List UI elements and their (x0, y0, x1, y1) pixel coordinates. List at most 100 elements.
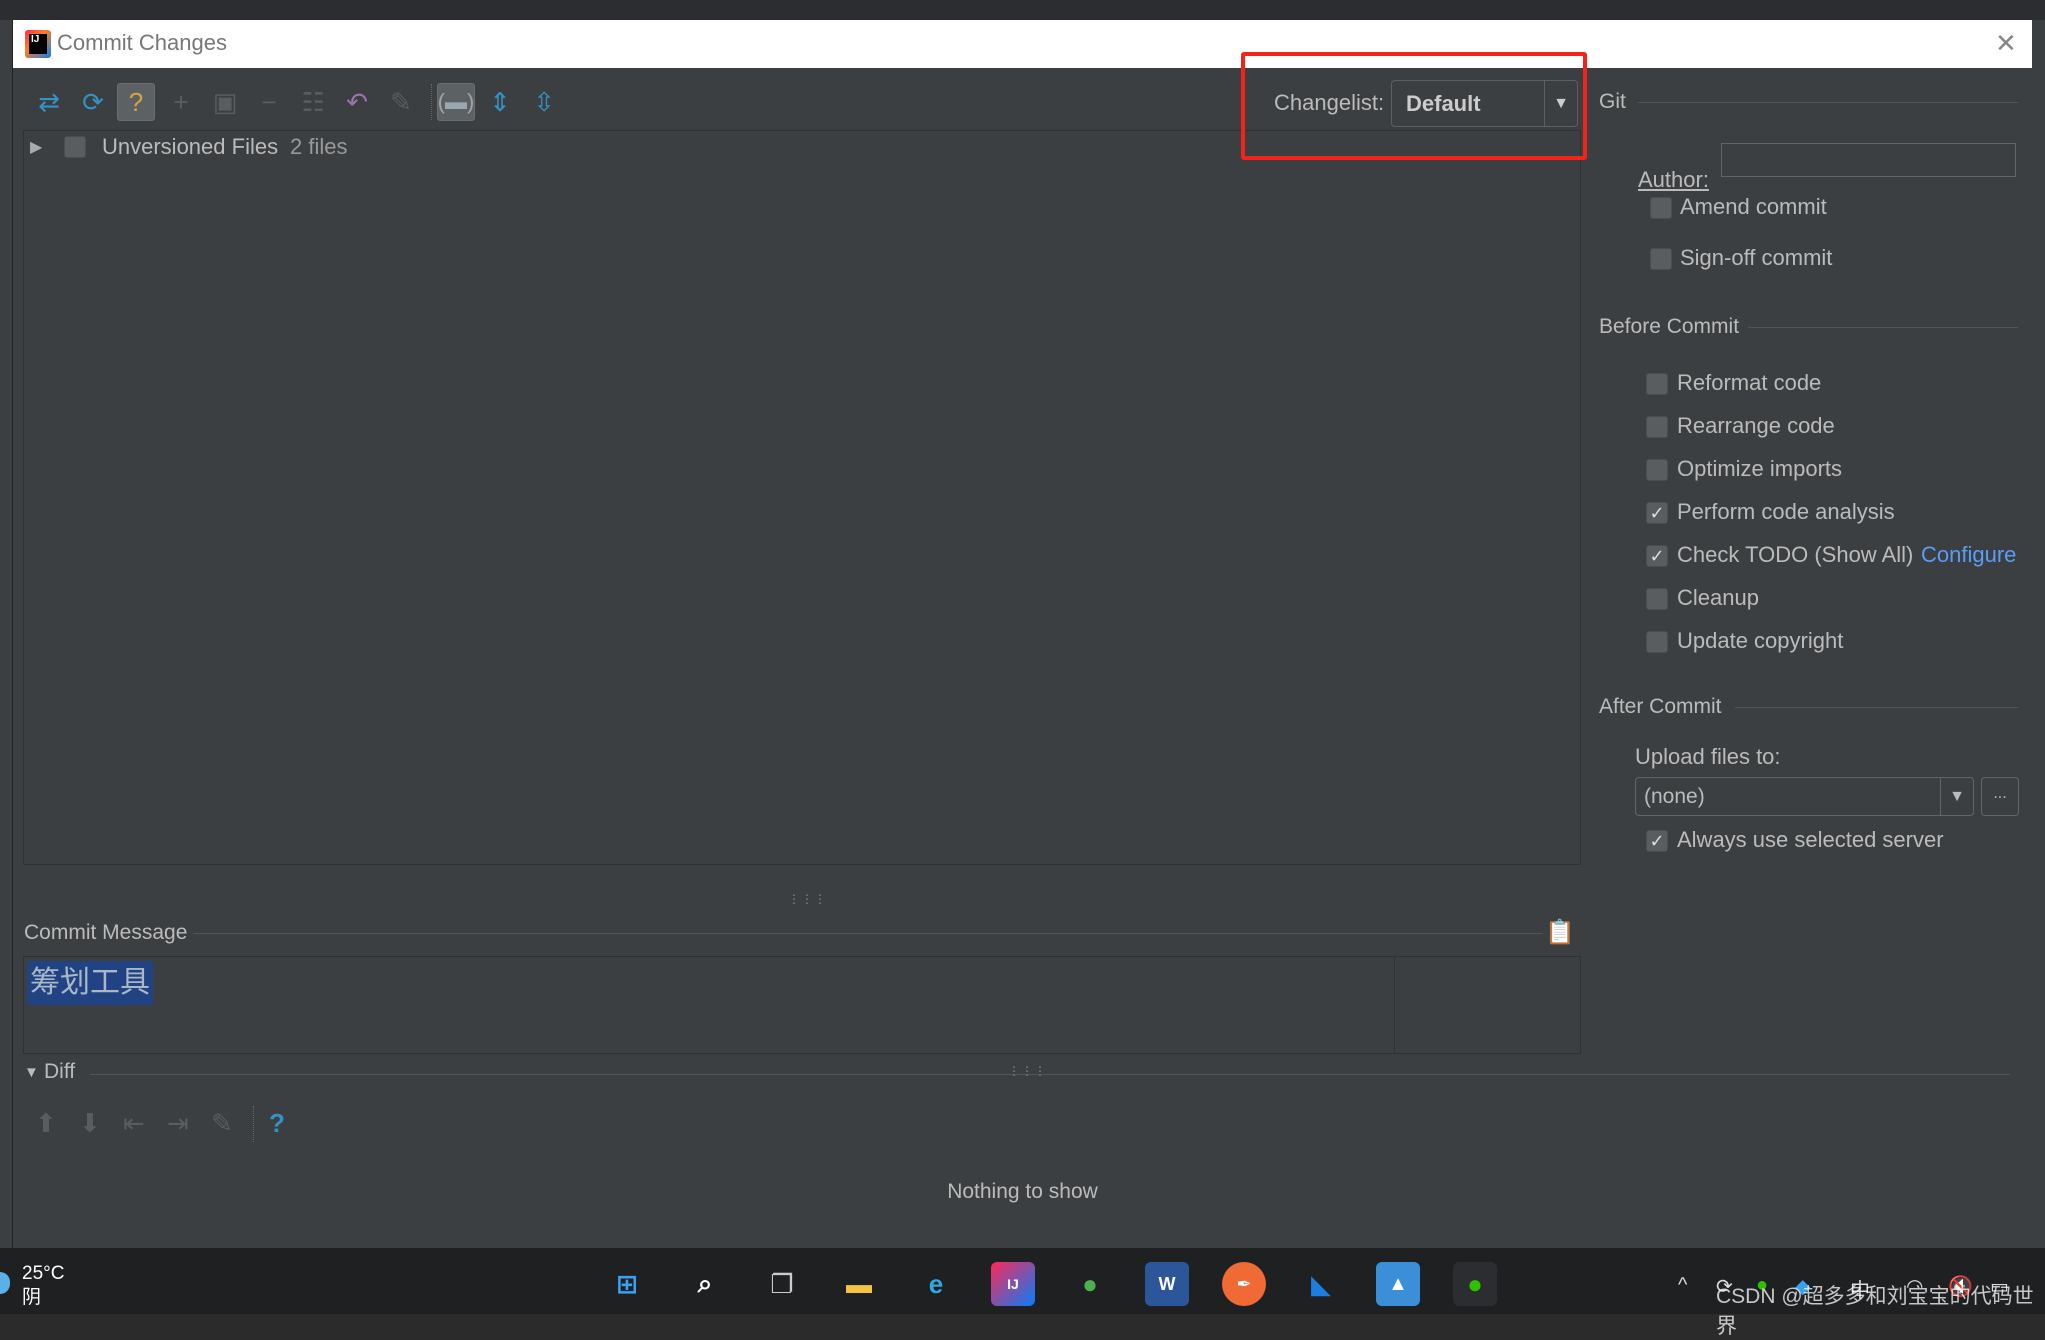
update-copyright-checkbox[interactable] (1646, 631, 1668, 653)
cleanup-checkbox[interactable] (1646, 588, 1668, 610)
commit-message-label: Commit Message (24, 921, 188, 944)
edit-source-icon[interactable]: ✎ (211, 1108, 233, 1139)
update-copyright-label[interactable]: Update copyright (1677, 628, 1843, 654)
word-icon[interactable]: W (1145, 1262, 1189, 1306)
task-view-icon[interactable]: ❐ (760, 1262, 804, 1306)
photos-icon[interactable]: ▲ (1376, 1262, 1420, 1306)
chevron-down-icon[interactable]: ▼ (1940, 778, 1973, 815)
wechat-icon[interactable]: ● (1453, 1262, 1497, 1306)
reformat-code-label[interactable]: Reformat code (1677, 370, 1821, 396)
divider (1638, 102, 2018, 103)
app-green-icon[interactable]: ● (1068, 1262, 1112, 1306)
add-icon[interactable]: + (162, 83, 200, 121)
highlight-annotation-box (1241, 52, 1587, 160)
edge-icon[interactable]: e (914, 1262, 958, 1306)
show-folders-icon[interactable]: (▬) (437, 83, 475, 121)
divider (1735, 707, 2018, 708)
rearrange-code-label[interactable]: Rearrange code (1677, 413, 1835, 439)
weather-temperature: 25°C (22, 1263, 65, 1284)
divider (1748, 327, 2018, 328)
help-icon[interactable]: ? (269, 1108, 285, 1139)
windows-start-icon[interactable]: ⊞ (605, 1262, 649, 1306)
after-commit-header: After Commit (1599, 695, 1722, 718)
browse-servers-button[interactable]: ... (1981, 777, 2019, 816)
diff-label[interactable]: Diff (44, 1060, 75, 1084)
author-input[interactable] (1721, 143, 2016, 177)
previous-file-icon[interactable]: ⇤ (123, 1108, 145, 1139)
file-explorer-icon[interactable]: ▬ (837, 1262, 881, 1306)
checkmark-icon: ✓ (1649, 831, 1665, 851)
optimize-imports-checkbox[interactable] (1646, 459, 1668, 481)
diff-icon[interactable]: ⇄ (30, 83, 68, 121)
app-blue-icon[interactable]: ◣ (1299, 1262, 1343, 1306)
ide-background-top (0, 0, 2045, 20)
move-icon[interactable]: ▣ (206, 83, 244, 121)
unversioned-files-icon[interactable]: ? (117, 83, 155, 121)
right-margin-guide (1394, 957, 1395, 1053)
diff-empty-text: Nothing to show (947, 1180, 1098, 1203)
splitter-handle[interactable]: ⋮⋮⋮ (1008, 1064, 1047, 1078)
expand-all-icon[interactable]: ⇕ (481, 83, 519, 121)
cleanup-label[interactable]: Cleanup (1677, 585, 1759, 611)
amend-commit-checkbox[interactable] (1650, 197, 1672, 219)
upload-server-value: (none) (1644, 785, 1705, 808)
changes-tree[interactable]: ▶ Unversioned Files 2 files (23, 130, 1581, 865)
search-icon[interactable]: ⌕ (683, 1262, 727, 1306)
toolbar-separator (431, 84, 432, 120)
divider (90, 1074, 2010, 1075)
previous-difference-icon[interactable]: ⬆ (35, 1108, 57, 1139)
unversioned-files-checkbox[interactable] (64, 136, 86, 158)
commit-message-text[interactable]: 筹划工具 (27, 961, 153, 1005)
weather-description: 阴 (22, 1287, 42, 1308)
perform-code-analysis-checkbox[interactable]: ✓ (1646, 502, 1668, 524)
csdn-watermark: CSDN @超多多和刘宝宝的代码世界 (1716, 1285, 2034, 1338)
intellij-idea-icon[interactable]: IJ (991, 1262, 1035, 1306)
sign-off-commit-checkbox[interactable] (1650, 248, 1672, 270)
next-difference-icon[interactable]: ⬇ (79, 1108, 101, 1139)
unversioned-files-count: 2 files (290, 134, 348, 159)
app-orange-icon[interactable]: ✒ (1222, 1262, 1266, 1306)
edit-source-icon[interactable]: ✎ (382, 83, 420, 121)
optimize-imports-label[interactable]: Optimize imports (1677, 456, 1842, 482)
always-use-server-label[interactable]: Always use selected server (1677, 827, 1944, 853)
collapse-all-icon[interactable]: ⇳ (525, 83, 563, 121)
title-bar: IJ Commit Changes ✕ (13, 20, 2032, 68)
close-icon[interactable]: ✕ (1995, 28, 2017, 59)
next-file-icon[interactable]: ⇥ (167, 1108, 189, 1139)
always-use-server-checkbox[interactable]: ✓ (1646, 830, 1668, 852)
sign-off-commit-label[interactable]: Sign-off commit (1680, 245, 1832, 271)
check-todo-checkbox[interactable]: ✓ (1646, 545, 1668, 567)
divider (193, 933, 1543, 934)
commit-message-input[interactable]: 筹划工具 (23, 956, 1581, 1054)
commit-message-history-icon[interactable]: 📋 (1545, 918, 1575, 947)
perform-code-analysis-label[interactable]: Perform code analysis (1677, 499, 1895, 525)
ide-background-right (2032, 20, 2045, 1248)
expand-arrow-icon[interactable]: ▶ (30, 137, 42, 157)
remove-icon[interactable]: − (250, 83, 288, 121)
tray-overflow-icon[interactable]: ^ (1678, 1274, 1687, 1297)
intellij-logo-icon: IJ (25, 30, 51, 58)
author-label: Author: (1638, 167, 1709, 192)
upload-files-label: Upload files to: (1635, 744, 1781, 769)
toolbar-separator (253, 1106, 254, 1142)
rearrange-code-checkbox[interactable] (1646, 416, 1668, 438)
amend-commit-label[interactable]: Amend commit (1680, 194, 1827, 220)
revert-icon[interactable]: ↶ (338, 83, 376, 121)
configure-link[interactable]: Configure (1921, 542, 2016, 568)
reformat-code-checkbox[interactable] (1646, 373, 1668, 395)
checkmark-icon: ✓ (1649, 503, 1665, 523)
checkmark-icon: ✓ (1649, 546, 1665, 566)
ide-background-left (0, 20, 13, 1248)
weather-widget[interactable]: 25°C 阴 (22, 1262, 64, 1310)
upload-server-dropdown[interactable]: (none) ▼ (1635, 777, 1974, 816)
dialog-title: Commit Changes (57, 30, 227, 55)
unversioned-files-label[interactable]: Unversioned Files (102, 134, 278, 160)
splitter-handle[interactable]: ⋮⋮⋮ (788, 892, 827, 906)
check-todo-label[interactable]: Check TODO (Show All) (1677, 542, 1913, 568)
diff-collapse-icon[interactable]: ▼ (24, 1064, 39, 1081)
refresh-icon[interactable]: ⟳ (74, 83, 112, 121)
git-section-header: Git (1599, 90, 1626, 113)
before-commit-header: Before Commit (1599, 315, 1740, 338)
group-by-icon[interactable]: ☷ (294, 83, 332, 121)
commit-changes-dialog: IJ Commit Changes ✕ ⇄ ⟳ ? + ▣ − ☷ ↶ ✎ (▬… (13, 20, 2032, 1248)
